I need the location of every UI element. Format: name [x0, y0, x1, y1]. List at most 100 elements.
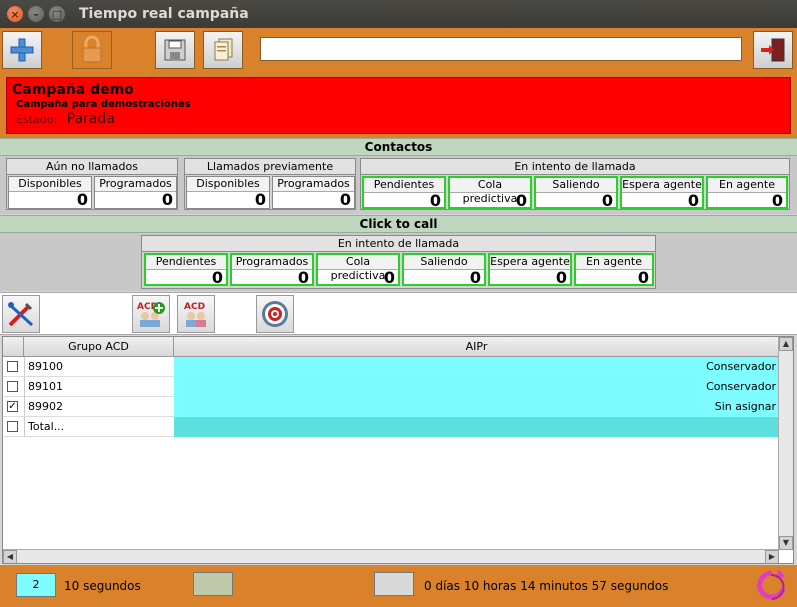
refresh-interval-unit: 10 segundos [64, 579, 141, 593]
ctc-cell-en-agente: En agente 0 [574, 253, 654, 286]
cell-value: 0 [297, 268, 309, 287]
elapsed-time: 0 días 10 horas 14 minutos 57 segundos [424, 579, 669, 593]
horizontal-scrollbar[interactable]: ◀ ▶ [3, 549, 779, 563]
exit-button[interactable] [753, 31, 793, 69]
scroll-left-arrow[interactable]: ◀ [3, 550, 17, 563]
cell-value: 0 [254, 190, 266, 209]
row-checkbox[interactable] [7, 421, 18, 432]
cell-value: 0 [211, 268, 223, 287]
cell-value: 0 [76, 190, 88, 209]
cell-value: 0 [339, 190, 351, 209]
campaign-panel: Campaña demo Campaña para demostraciones… [6, 77, 791, 134]
window-close-button[interactable]: × [7, 6, 23, 22]
row-aipr: Conservador [174, 357, 779, 377]
svg-text:ACD: ACD [184, 302, 205, 312]
cell-value: 0 [771, 191, 783, 210]
app-window: × – □ Tiempo real campaña Campaña demo C… [0, 0, 797, 607]
group-llamados-previamente: Llamados previamente Disponibles 0 Progra… [184, 158, 356, 210]
click-to-call-header: Click to call [0, 215, 797, 233]
contactos-header: Contactos [0, 138, 797, 156]
target-icon [262, 301, 288, 327]
acd-button[interactable]: ACD [177, 295, 215, 333]
title-bar: × – □ Tiempo real campaña [0, 0, 797, 28]
window-title: Tiempo real campaña [79, 6, 249, 22]
files-button[interactable] [203, 31, 243, 69]
window-minimize-button[interactable]: – [28, 6, 44, 22]
cell-disponibles: Disponibles 0 [186, 176, 270, 209]
row-grupo: Total... [24, 417, 174, 437]
cell-espera-agente: Espera agente 0 [620, 176, 704, 209]
cell-en-agente: En agente 0 [706, 176, 788, 209]
cell-value: 0 [555, 268, 567, 287]
group-en-intento-de-llamada: En intento de llamada Pendientes 0 Cola p… [360, 158, 790, 210]
refresh-button[interactable] [752, 567, 792, 605]
header-aipr[interactable]: AIPr [174, 337, 779, 357]
row-aipr [174, 417, 779, 437]
table-row[interactable]: 89100 Conservador [3, 357, 779, 377]
header-checkbox-column [3, 337, 24, 357]
cell-value: 0 [161, 190, 173, 209]
ctc-cell-cola-predictiva: Cola predictiva 0 [316, 253, 400, 286]
exit-door-icon [761, 38, 785, 62]
cell-value: 0 [637, 268, 649, 287]
table-header: Grupo ACD AIPr [3, 337, 779, 357]
table-row[interactable]: ✓ 89902 Sin asignar [3, 397, 779, 417]
cell-value: 0 [687, 191, 699, 210]
cell-saliendo: Saliendo 0 [534, 176, 618, 209]
add-button[interactable] [2, 31, 42, 69]
tools-button[interactable] [2, 295, 40, 333]
contactos-body: Aún no llamados Disponibles 0 Programados… [0, 156, 797, 214]
cell-programados: Programados 0 [272, 176, 355, 209]
table-row-total[interactable]: Total... [3, 417, 779, 437]
ctc-cell-pendientes: Pendientes 0 [144, 253, 228, 286]
group-title: En intento de llamada [361, 159, 789, 175]
save-button[interactable] [155, 31, 195, 69]
scroll-down-arrow[interactable]: ▼ [779, 536, 793, 550]
acd-add-button[interactable]: ACD [132, 295, 170, 333]
plus-icon [10, 38, 34, 62]
table-row[interactable]: 89101 Conservador [3, 377, 779, 397]
scroll-right-arrow[interactable]: ▶ [765, 550, 779, 563]
group-title: Aún no llamados [7, 159, 177, 175]
cell-value: 0 [469, 268, 481, 287]
acd-add-icon: ACD [137, 302, 165, 327]
row-checkbox[interactable] [7, 361, 18, 372]
row-checkbox[interactable] [7, 381, 18, 392]
status-indicator-grey [374, 572, 414, 596]
cell-pendientes: Pendientes 0 [362, 176, 446, 209]
group-title: Llamados previamente [185, 159, 355, 175]
window-maximize-button[interactable]: □ [49, 6, 65, 22]
row-aipr: Sin asignar [174, 397, 779, 417]
cell-value: 0 [429, 191, 441, 210]
cell-disponibles: Disponibles 0 [8, 176, 92, 209]
row-grupo: 89100 [24, 357, 174, 377]
header-grupo-acd[interactable]: Grupo ACD [24, 337, 174, 357]
save-icon [164, 39, 186, 61]
vertical-scrollbar[interactable]: ▲ ▼ [778, 337, 793, 550]
group-aun-no-llamados: Aún no llamados Disponibles 0 Programados… [6, 158, 178, 210]
target-button[interactable] [256, 295, 294, 333]
cell-value: 0 [601, 191, 613, 210]
row-grupo: 89101 [24, 377, 174, 397]
group-ctc-en-intento: En intento de llamada Pendientes 0 Progra… [141, 235, 656, 289]
refresh-interval-field[interactable]: 2 [16, 573, 56, 597]
toolbar-text-field[interactable] [260, 37, 742, 61]
status-indicator-green [193, 572, 233, 596]
row-grupo: 89902 [24, 397, 174, 417]
tools-icon [8, 302, 34, 327]
acd-table: Grupo ACD AIPr 89100 Conservador 89101 C… [2, 336, 794, 564]
row-checkbox-checked[interactable]: ✓ [7, 401, 18, 412]
group-title: En intento de llamada [142, 236, 655, 252]
row-aipr: Conservador [174, 377, 779, 397]
lock-button[interactable] [72, 31, 112, 69]
main-toolbar [0, 28, 797, 72]
campaign-name: Campaña demo [12, 82, 134, 98]
campaign-state-value: Parada [66, 111, 115, 127]
refresh-arrows-icon [757, 569, 786, 600]
cell-programados: Programados 0 [94, 176, 177, 209]
status-bar: 2 10 segundos 0 días 10 horas 14 minutos… [0, 565, 797, 607]
click-to-call-body: En intento de llamada Pendientes 0 Progra… [0, 233, 797, 291]
action-toolbar: ACD ACD [0, 292, 797, 335]
scroll-up-arrow[interactable]: ▲ [779, 337, 793, 351]
lock-icon [82, 35, 102, 63]
